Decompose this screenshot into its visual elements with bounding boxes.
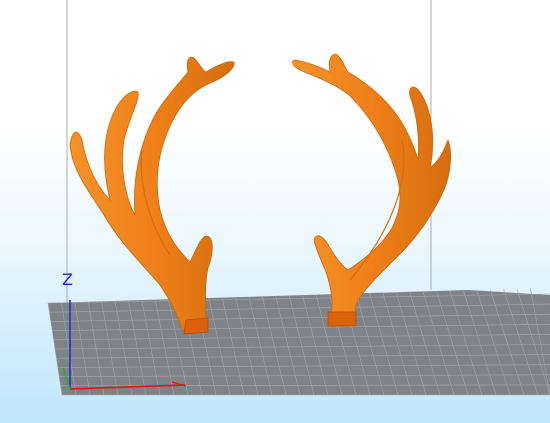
z-axis-label: Z bbox=[62, 270, 73, 289]
antler-left-model[interactable] bbox=[69, 56, 235, 335]
3d-viewport[interactable]: Z bbox=[0, 0, 550, 423]
scene-canvas[interactable] bbox=[0, 0, 550, 423]
antler-right-model[interactable] bbox=[292, 53, 452, 327]
antler-left-base bbox=[183, 317, 209, 335]
antler-right-base bbox=[327, 311, 357, 327]
build-plate[interactable] bbox=[47, 288, 550, 396]
